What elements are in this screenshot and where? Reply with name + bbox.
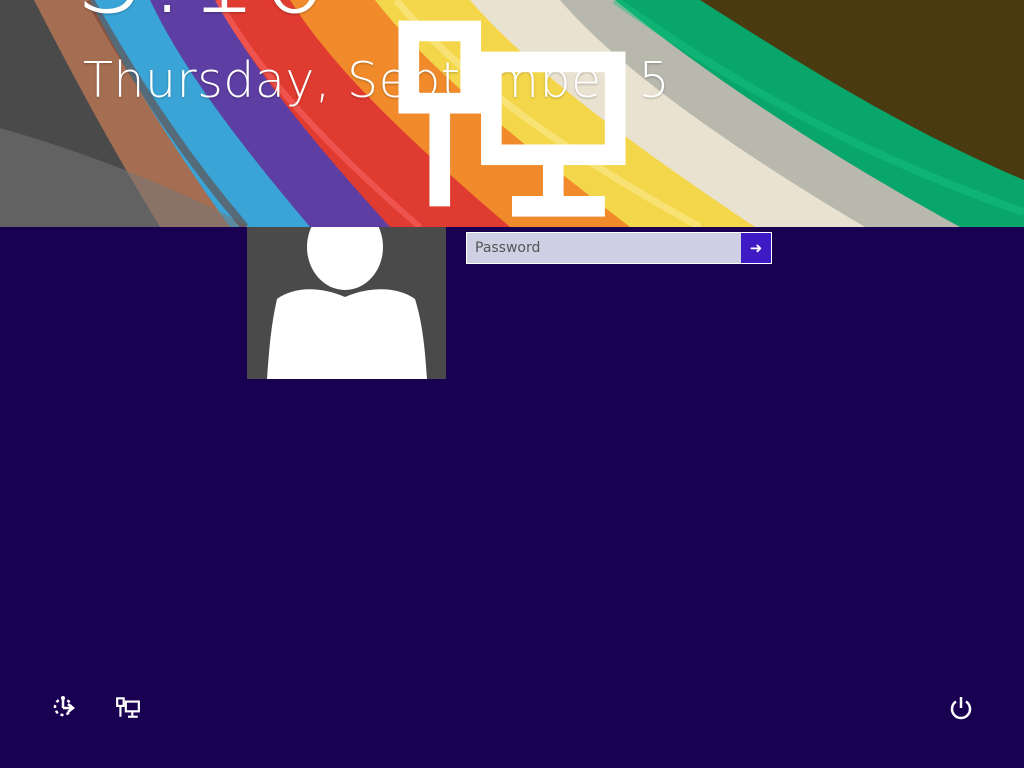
password-field-container: ➜ xyxy=(466,232,772,264)
user-avatar-icon xyxy=(247,227,446,379)
submit-password-button[interactable]: ➜ xyxy=(741,233,771,263)
windows-lock-screen: 3:10 Thursday, September 5 ➜ xyxy=(0,0,1024,768)
password-input[interactable] xyxy=(467,233,741,263)
arrow-right-icon: ➜ xyxy=(749,239,763,257)
power-icon[interactable] xyxy=(947,694,975,722)
lock-screen-banner: 3:10 Thursday, September 5 xyxy=(0,0,1024,227)
user-avatar xyxy=(247,227,446,379)
network-icon xyxy=(398,20,626,217)
ease-of-access-icon[interactable] xyxy=(50,694,76,720)
network-icon[interactable] xyxy=(115,694,141,720)
